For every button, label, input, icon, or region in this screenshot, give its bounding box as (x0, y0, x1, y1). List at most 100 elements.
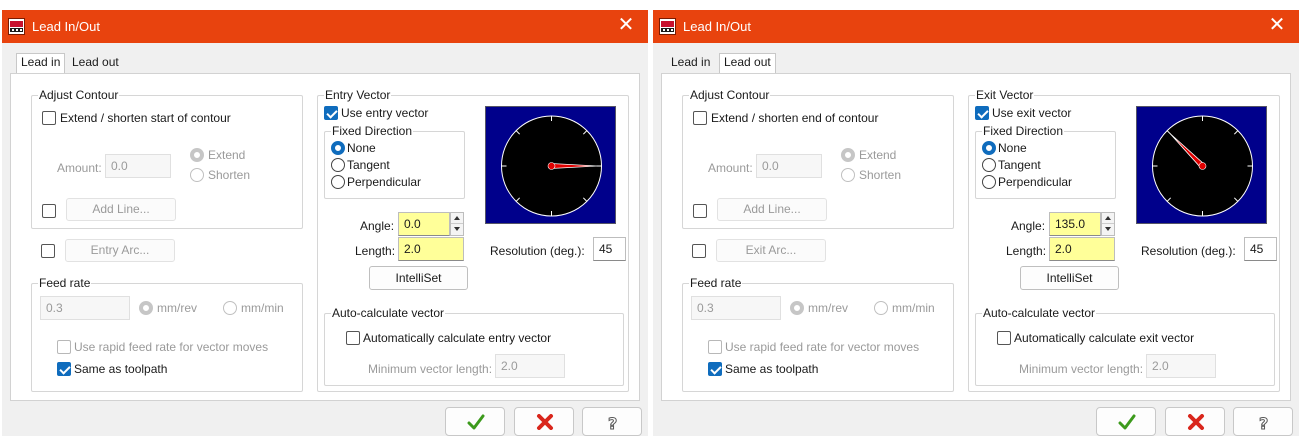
help-button[interactable]: ? (1233, 407, 1293, 436)
group-title: Entry Vector (324, 88, 392, 102)
intelliset-button[interactable]: IntelliSet (369, 266, 468, 290)
rapid-feed-checkbox[interactable] (708, 340, 722, 354)
ok-button[interactable] (1096, 407, 1156, 436)
help-icon: ? (1259, 414, 1269, 432)
direction-none-label: None (347, 141, 376, 155)
add-line-checkbox[interactable] (693, 204, 707, 218)
extend-contour-checkbox[interactable] (693, 111, 707, 125)
same-as-toolpath-checkbox[interactable] (708, 362, 722, 376)
mm-rev-radio[interactable] (790, 301, 804, 315)
direction-tangent-radio[interactable] (982, 158, 996, 172)
title-bar[interactable]: Lead In/Out ✕ (653, 10, 1299, 43)
arc-button[interactable]: Entry Arc... (65, 239, 175, 262)
extend-contour-label: Extend / shorten end of contour (711, 111, 879, 125)
feed-rate-field[interactable]: 0.3 (40, 296, 130, 320)
angle-label: Angle: (1011, 219, 1046, 233)
tab-lead-in[interactable]: Lead in (16, 53, 66, 74)
min-length-field[interactable]: 2.0 (1146, 354, 1216, 378)
direction-tangent-radio[interactable] (331, 158, 345, 172)
same-as-toolpath-label: Same as toolpath (725, 362, 819, 376)
intelliset-button[interactable]: IntelliSet (1020, 266, 1119, 290)
min-length-field[interactable]: 2.0 (495, 354, 565, 378)
spin-down-icon[interactable] (1102, 224, 1114, 235)
resolution-field[interactable]: 45 (593, 237, 626, 261)
close-button[interactable]: ✕ (604, 10, 648, 43)
dial-graphic (1152, 115, 1253, 217)
auto-calc-group: Auto-calculate vector Automatically calc… (324, 306, 624, 386)
extend-option-label: Extend (208, 148, 246, 162)
direction-tangent-label: Tangent (998, 158, 1041, 172)
use-vector-checkbox[interactable] (324, 106, 338, 120)
arc-checkbox[interactable] (41, 244, 55, 258)
app-icon (8, 18, 25, 35)
help-icon: ? (608, 414, 618, 432)
cancel-button[interactable] (514, 407, 574, 436)
spin-up-icon[interactable] (451, 213, 463, 224)
add-line-checkbox[interactable] (42, 204, 56, 218)
svg-text:?: ? (608, 414, 617, 432)
tab-lead-out[interactable]: Lead out (719, 53, 776, 74)
tab-panel: Adjust Contour Extend / shorten start of… (10, 73, 640, 401)
angle-field[interactable]: 0.0 (398, 212, 450, 236)
vector-group: Exit Vector Use exit vector Fixed Direct… (968, 88, 1280, 392)
direction-none-radio[interactable] (982, 141, 996, 155)
arc-button[interactable]: Exit Arc... (716, 239, 826, 262)
shorten-radio[interactable] (190, 168, 204, 182)
mm-min-label: mm/min (892, 301, 935, 315)
group-title: Adjust Contour (38, 88, 120, 102)
resolution-label: Resolution (deg.): (1141, 244, 1236, 258)
min-length-label: Minimum vector length: (368, 362, 493, 376)
vector-group: Entry Vector Use entry vector Fixed Dire… (317, 88, 629, 392)
arc-checkbox[interactable] (692, 244, 706, 258)
cancel-button[interactable] (1165, 407, 1225, 436)
extend-radio[interactable] (190, 148, 204, 162)
mm-min-radio[interactable] (223, 301, 237, 315)
use-vector-checkbox[interactable] (975, 106, 989, 120)
direction-none-radio[interactable] (331, 141, 345, 155)
auto-calc-checkbox[interactable] (997, 331, 1011, 345)
extend-radio[interactable] (841, 148, 855, 162)
lead-out-dialog: Lead In/Out ✕ Lead in Lead out Adjust Co… (653, 10, 1299, 436)
same-as-toolpath-checkbox[interactable] (57, 362, 71, 376)
angle-dial[interactable] (485, 106, 616, 224)
min-length-label: Minimum vector length: (1019, 362, 1144, 376)
length-field[interactable]: 2.0 (1049, 237, 1115, 261)
ok-button[interactable] (445, 407, 505, 436)
angle-spinner[interactable] (450, 212, 464, 236)
help-button[interactable]: ? (582, 407, 642, 436)
mm-min-radio[interactable] (874, 301, 888, 315)
title-bar[interactable]: Lead In/Out ✕ (2, 10, 648, 43)
group-title: Fixed Direction (331, 124, 414, 138)
direction-tangent-label: Tangent (347, 158, 390, 172)
group-title: Feed rate (38, 276, 92, 290)
tab-lead-in[interactable]: Lead in (667, 54, 714, 73)
mm-rev-radio[interactable] (139, 301, 153, 315)
add-line-button[interactable]: Add Line... (66, 198, 176, 221)
rapid-feed-checkbox[interactable] (57, 340, 71, 354)
direction-perpendicular-radio[interactable] (331, 175, 345, 189)
use-vector-label: Use exit vector (992, 106, 1072, 120)
spin-up-icon[interactable] (1102, 213, 1114, 224)
angle-spinner[interactable] (1101, 212, 1115, 236)
fixed-direction-group: Fixed Direction None Tangent Perpendicul… (324, 124, 465, 199)
angle-field[interactable]: 135.0 (1049, 212, 1101, 236)
angle-dial[interactable] (1136, 106, 1267, 224)
feed-rate-field[interactable]: 0.3 (691, 296, 781, 320)
auto-calc-checkbox[interactable] (346, 331, 360, 345)
amount-field[interactable]: 0.0 (105, 154, 171, 178)
spin-down-icon[interactable] (451, 224, 463, 235)
window-title: Lead In/Out (683, 19, 751, 34)
tab-label: Lead in (21, 55, 61, 69)
window-title: Lead In/Out (32, 19, 100, 34)
amount-field[interactable]: 0.0 (756, 154, 822, 178)
shorten-radio[interactable] (841, 168, 855, 182)
extend-contour-checkbox[interactable] (42, 111, 56, 125)
tab-lead-out[interactable]: Lead out (68, 54, 123, 73)
add-line-button[interactable]: Add Line... (717, 198, 827, 221)
length-field[interactable]: 2.0 (398, 237, 464, 261)
app-icon (659, 18, 676, 35)
resolution-field[interactable]: 45 (1244, 237, 1277, 261)
direction-perpendicular-radio[interactable] (982, 175, 996, 189)
tab-label: Lead out (724, 55, 771, 69)
close-button[interactable]: ✕ (1255, 10, 1299, 43)
